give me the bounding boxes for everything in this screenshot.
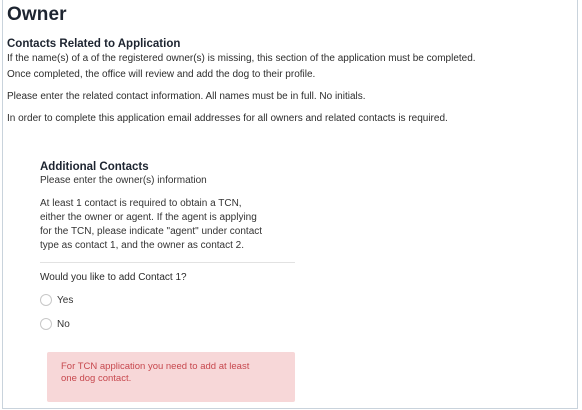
owner-section: Owner Contacts Related to Application If…	[7, 3, 569, 127]
add-contact-question: Would you like to add Contact 1?	[40, 272, 187, 283]
radio-option-yes[interactable]: Yes	[40, 291, 295, 309]
tcn-info-line-3: for the TCN, please indicate "agent" und…	[40, 226, 263, 237]
additional-contacts-title: Additional Contacts	[40, 161, 149, 173]
divider	[40, 262, 295, 263]
page-title: Owner	[7, 4, 67, 25]
validation-alert: For TCN application you need to add at l…	[47, 352, 295, 402]
intro-text-line2: Once completed, the office will review a…	[7, 69, 316, 80]
intro-text: If the name(s) of a of the registered ow…	[7, 53, 476, 64]
alert-line-2: one dog contact.	[61, 373, 132, 384]
tcn-info-line-2: either the owner or agent. If the agent …	[40, 212, 257, 223]
alert-line-1: For TCN application you need to add at l…	[61, 361, 250, 372]
tcn-info-line-1: At least 1 contact is required to obtain…	[40, 198, 242, 209]
yes-radio-label[interactable]: Yes	[57, 295, 73, 306]
yes-radio[interactable]	[40, 294, 52, 306]
radio-option-no[interactable]: No	[40, 315, 295, 333]
additional-contacts-subtitle: Please enter the owner(s) information	[40, 175, 207, 186]
email-required-text: In order to complete this application em…	[7, 113, 448, 124]
section-title: Contacts Related to Application	[7, 38, 181, 50]
additional-contacts-section: Additional Contacts Please enter the own…	[40, 160, 295, 333]
tcn-info-line-4: type as contact 1, and the owner as cont…	[40, 240, 245, 251]
contact-info-text: Please enter the related contact informa…	[7, 91, 366, 102]
no-radio[interactable]	[40, 318, 52, 330]
no-radio-label[interactable]: No	[57, 319, 70, 330]
